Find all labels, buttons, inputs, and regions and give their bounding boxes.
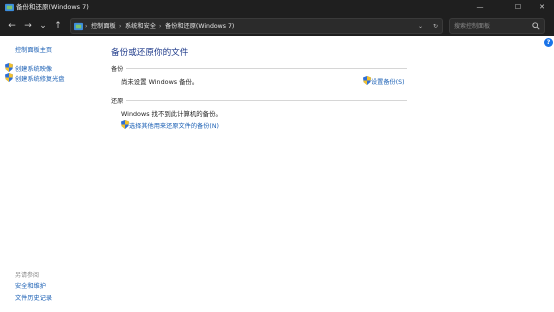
breadcrumb-separator: › [159,23,162,30]
restore-section-divider [126,100,407,101]
recent-locations-button[interactable]: ⌄ [37,20,49,32]
backup-section-label: 备份 [111,66,124,73]
sidebar-link-security-maintenance[interactable]: 安全和维护 [15,281,46,290]
sidebar-link-file-history[interactable]: 文件历史记录 [15,293,52,302]
breadcrumb-separator: › [85,23,88,30]
minimize-button[interactable]: — [468,0,492,15]
window-title: 备份和还原(Windows 7) [16,3,89,11]
search-icon [532,22,540,30]
breadcrumb-system-security[interactable]: 系统和安全 [125,22,156,31]
restore-section-label: 还原 [111,98,124,105]
forward-button[interactable]: → [22,20,34,32]
shield-icon [5,63,13,72]
back-button[interactable]: ← [6,20,18,32]
restore-status-text: Windows 找不到此计算机的备份。 [121,110,222,118]
breadcrumb-separator: › [119,23,122,30]
control-panel-icon [74,22,83,31]
maximize-button[interactable]: ☐ [506,0,530,15]
content-area: ? 控制面板主页 创建系统映像 创建系统修复光盘 另请参阅 安全和维护 文件历史… [0,36,554,312]
sidebar-task-label: 创建系统修复光盘 [15,76,65,83]
shield-icon [121,120,129,129]
backup-status-text: 尚未设置 Windows 备份。 [121,78,199,86]
close-button[interactable]: ✕ [530,0,554,15]
select-other-backup-label: 选择其他用来还原文件的备份(N) [129,123,219,130]
page-title: 备份或还原你的文件 [111,48,189,58]
navigation-bar: ← → ⌄ ↑ › 控制面板 › 系统和安全 › 备份和还原(Windows 7… [0,15,554,36]
shield-icon [363,76,371,85]
breadcrumb-backup-restore[interactable]: 备份和还原(Windows 7) [165,22,234,31]
search-box[interactable] [449,18,545,34]
address-dropdown-button[interactable]: ⌄ [418,22,423,31]
search-input[interactable] [454,21,530,31]
sidebar-link-control-panel-home[interactable]: 控制面板主页 [15,45,52,54]
up-button[interactable]: ↑ [52,20,64,32]
refresh-button[interactable]: ↻ [433,22,438,31]
sidebar-task-label: 创建系统映像 [15,66,53,73]
backup-section-divider [126,68,407,69]
see-also-heading: 另请参阅 [15,272,40,279]
setup-backup-label: 设置备份(S) [371,79,405,86]
control-panel-icon [5,3,14,12]
address-bar[interactable]: › 控制面板 › 系统和安全 › 备份和还原(Windows 7) ⌄ ↻ [70,18,443,34]
breadcrumb-control-panel[interactable]: 控制面板 [91,22,116,31]
shield-icon [5,73,13,82]
title-bar: 备份和还原(Windows 7) — ☐ ✕ [0,0,554,15]
help-button[interactable]: ? [544,38,553,47]
